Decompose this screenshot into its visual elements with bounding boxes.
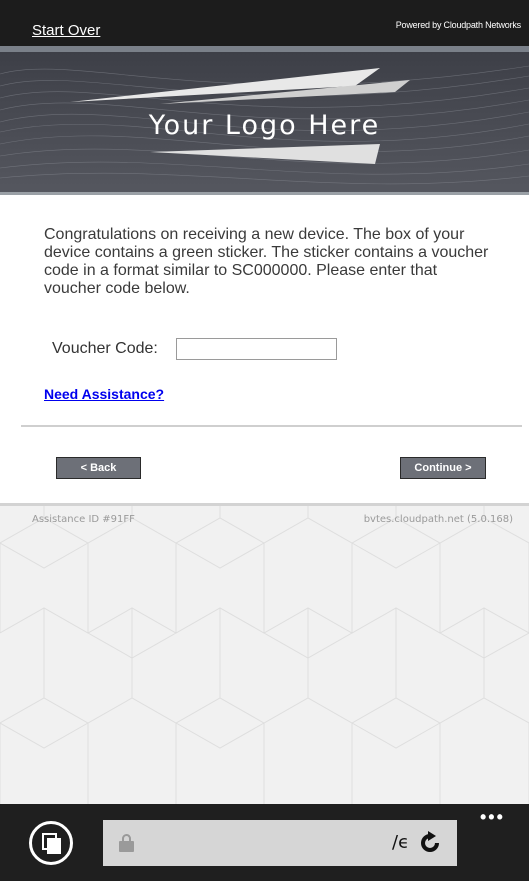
content-divider: [21, 425, 522, 427]
address-text: /ϵ: [392, 832, 410, 853]
voucher-code-label: Voucher Code:: [52, 340, 158, 357]
more-icon[interactable]: •••: [480, 808, 505, 826]
powered-by-text: Powered by Cloudpath Networks: [395, 20, 521, 30]
hexagon-background-pattern: [0, 503, 529, 804]
voucher-code-input[interactable]: [176, 338, 337, 360]
footer-area: Assistance ID #91FF bvtes.cloudpath.net …: [0, 503, 529, 804]
main-content: Congratulations on receiving a new devic…: [0, 195, 529, 503]
logo-text: Your Logo Here: [148, 110, 381, 141]
need-assistance-link[interactable]: Need Assistance?: [44, 386, 164, 402]
tabs-icon-front-square: [47, 838, 61, 854]
lock-icon-body: [119, 841, 134, 852]
server-version-text: bvtes.cloudpath.net (5.0.168): [363, 514, 513, 525]
footer-divider: [0, 503, 529, 506]
address-bar[interactable]: /ϵ: [103, 820, 457, 866]
logo-banner: Your Logo Here: [0, 52, 529, 194]
continue-button[interactable]: Continue >: [400, 457, 486, 479]
refresh-icon[interactable]: [418, 831, 442, 855]
browser-app-bar: /ϵ •••: [0, 804, 529, 881]
intro-text: Congratulations on receiving a new devic…: [44, 226, 489, 297]
lock-icon: [119, 834, 134, 852]
top-bar: Start Over Powered by Cloudpath Networks: [0, 0, 529, 46]
start-over-link[interactable]: Start Over: [32, 22, 100, 39]
tabs-icon[interactable]: [29, 821, 73, 865]
assistance-id-text: Assistance ID #91FF: [32, 514, 135, 525]
back-button[interactable]: < Back: [56, 457, 141, 479]
